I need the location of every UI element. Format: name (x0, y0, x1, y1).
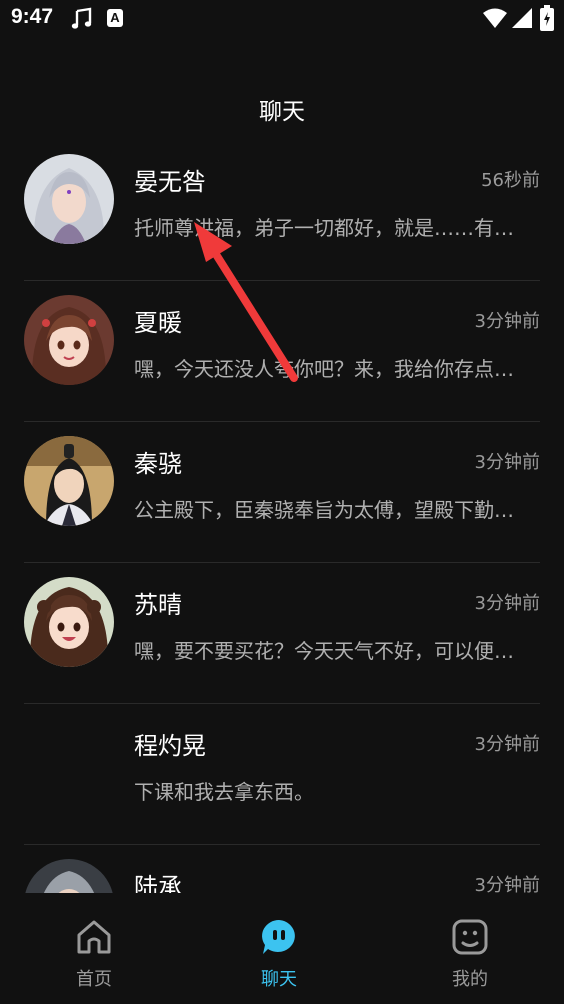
chat-time: 3分钟前 (474, 593, 540, 614)
page-title: 聊天 (259, 99, 305, 125)
wifi-icon (483, 8, 507, 28)
chat-name: 程灼晃 (134, 732, 206, 760)
chat-item-qin-xiao[interactable]: 秦骁 3分钟前 公主殿下，臣秦骁奉旨为太傅，望殿下勤勉好学 (0, 422, 564, 563)
tab-home[interactable]: 首页 (24, 893, 164, 1004)
chat-list: 晏无咎 56秒前 托师尊洪福，弟子一切都好，就是……有事想要和师尊说 夏暖 3分… (0, 140, 564, 893)
chat-time: 3分钟前 (474, 452, 540, 473)
chat-name: 晏无咎 (134, 168, 206, 196)
chat-name: 陆承 (134, 873, 182, 893)
chat-item-lu-cheng[interactable]: 陆承 3分钟前 (0, 845, 564, 893)
home-icon (77, 920, 111, 954)
status-time: 9:47 (11, 5, 54, 28)
brown-haired-girl-avatar (24, 295, 114, 385)
tab-mine-label: 我的 (452, 969, 488, 990)
chat-bubble-icon (262, 920, 295, 954)
battery-icon (540, 5, 554, 31)
chat-name: 秦骁 (134, 450, 182, 478)
tab-mine[interactable]: 我的 (400, 893, 540, 1004)
chat-item-xia-nuan[interactable]: 夏暖 3分钟前 嘿，今天还没人夸你吧？来，我给你存点好话 (0, 281, 564, 422)
chat-item-yan-wujiu[interactable]: 晏无咎 56秒前 托师尊洪福，弟子一切都好，就是……有事想要和师尊说 (0, 140, 564, 281)
empty-avatar (24, 718, 114, 808)
tab-home-label: 首页 (76, 969, 112, 990)
chat-time: 3分钟前 (474, 311, 540, 332)
chat-item-su-qing[interactable]: 苏晴 3分钟前 嘿，要不要买花？今天天气不好，可以便宜卖给你 (0, 563, 564, 704)
chat-last-message: 托师尊洪福，弟子一切都好，就是……有事想要和师尊说 (134, 216, 530, 240)
chat-name: 苏晴 (134, 591, 182, 619)
chat-last-message: 下课和我去拿东西。 (134, 780, 314, 804)
signal-icon (512, 8, 532, 28)
chat-time: 56秒前 (481, 170, 540, 191)
chat-time: 3分钟前 (474, 875, 540, 893)
chat-item-cheng-zhuohuang[interactable]: 程灼晃 3分钟前 下课和我去拿东西。 (0, 704, 564, 845)
status-bar: 9:47 A (0, 0, 564, 40)
silver-haired-man-avatar (24, 154, 114, 244)
chat-name: 夏暖 (134, 309, 182, 337)
tab-chat-label: 聊天 (261, 969, 297, 990)
chat-last-message: 嘿，要不要买花？今天天气不好，可以便宜卖给你 (134, 639, 530, 663)
curly-haired-girl-avatar (24, 577, 114, 667)
bottom-tab-bar: 首页 聊天 我的 (0, 893, 564, 1004)
smiley-face-icon (452, 919, 488, 955)
tab-chat[interactable]: 聊天 (209, 893, 349, 1004)
chat-last-message: 公主殿下，臣秦骁奉旨为太傅，望殿下勤勉好学 (134, 498, 530, 522)
ancient-man-avatar (24, 436, 114, 526)
music-note-icon (71, 7, 92, 29)
notification-a-icon: A (107, 9, 123, 27)
chat-last-message: 嘿，今天还没人夸你吧？来，我给你存点好话 (134, 357, 530, 381)
grey-haired-man-avatar (24, 859, 114, 893)
chat-time: 3分钟前 (474, 734, 540, 755)
